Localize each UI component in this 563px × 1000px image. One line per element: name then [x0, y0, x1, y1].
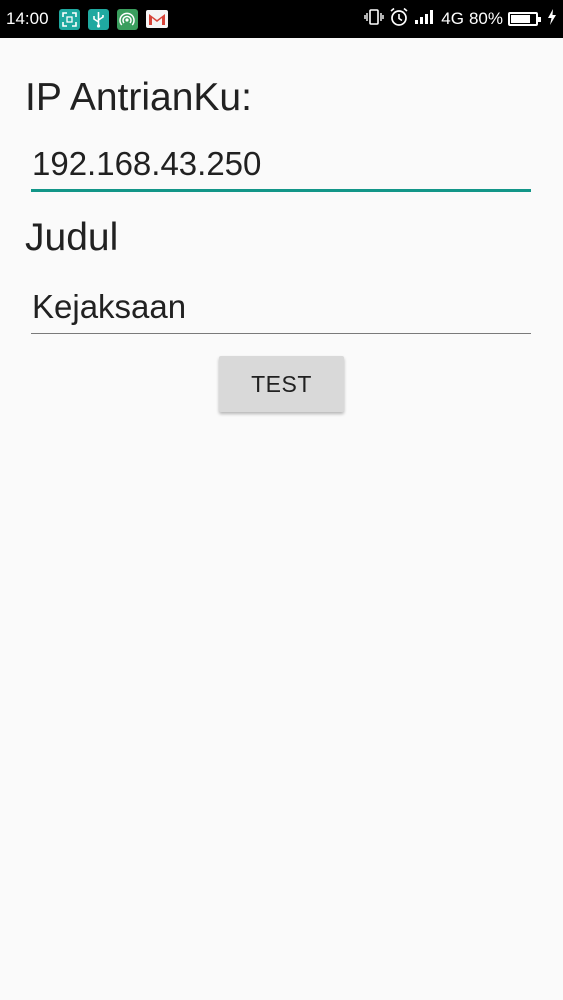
- ip-label: IP AntrianKu:: [25, 76, 252, 119]
- judul-label: Judul: [25, 216, 119, 259]
- vibrate-icon: [364, 8, 384, 30]
- test-button[interactable]: TEST: [219, 356, 344, 412]
- battery-percent: 80%: [468, 9, 503, 28]
- hotspot-icon: [116, 8, 138, 30]
- battery-icon: [508, 12, 541, 26]
- battery-level: [511, 15, 531, 23]
- ip-input[interactable]: [31, 142, 533, 186]
- charging-icon: [547, 8, 557, 30]
- ip-field-container: [31, 142, 533, 192]
- screenshot-icon: [58, 8, 80, 30]
- gmail-icon: [145, 10, 168, 28]
- status-bar: 14:00 4G 80%: [0, 0, 563, 38]
- judul-field-container: [31, 285, 533, 334]
- status-left: 14:00: [6, 8, 168, 30]
- status-time: 14:00: [6, 9, 49, 28]
- judul-input[interactable]: [31, 285, 533, 329]
- alarm-icon: [389, 7, 409, 32]
- signal-icon: [414, 9, 436, 30]
- network-type: 4G: [441, 9, 464, 28]
- usb-icon: [87, 8, 109, 30]
- status-right: 4G 80%: [364, 7, 557, 32]
